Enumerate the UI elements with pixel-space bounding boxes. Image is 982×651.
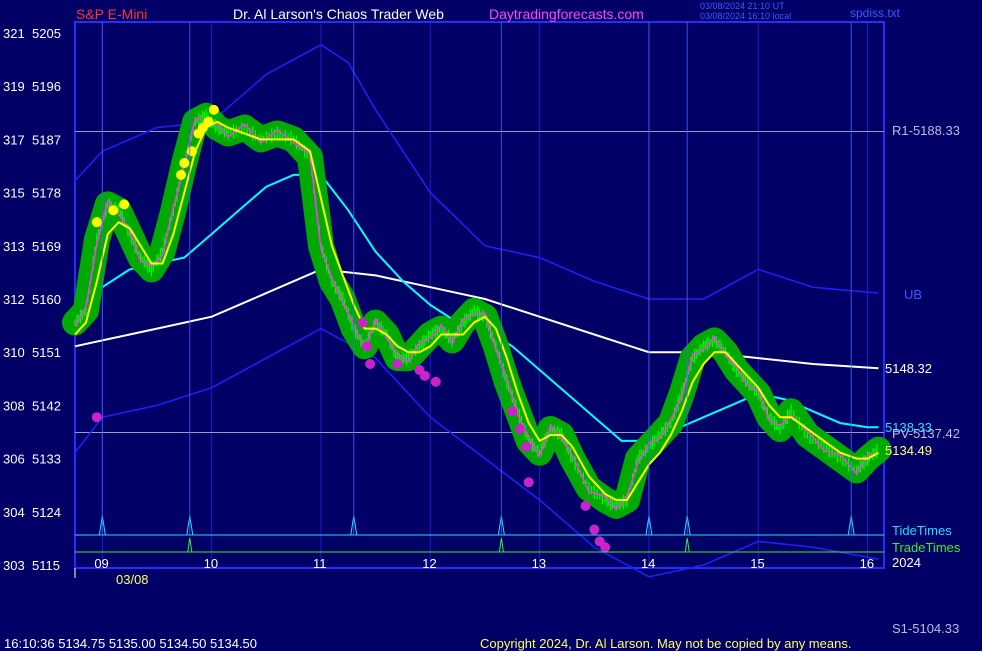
- y-tick-price: 5133: [32, 452, 61, 467]
- last-price-label: 5134.49: [885, 443, 932, 458]
- utc-time: 03/08/2024 21:10 UT: [700, 1, 785, 11]
- site-link[interactable]: Daytradingforecasts.com: [489, 7, 644, 21]
- magenta-dot: [580, 500, 591, 511]
- x-tick-label: 10: [204, 556, 218, 571]
- y-tick-left: 308: [3, 398, 25, 413]
- y-tick-left: 303: [3, 558, 25, 573]
- magenta-dot: [91, 412, 102, 423]
- magenta-dot: [361, 341, 372, 352]
- trade-spike: [187, 537, 193, 553]
- yellow-dot: [108, 205, 119, 216]
- yellow-dot: [119, 199, 130, 210]
- y-tick-left: 313: [3, 239, 25, 254]
- magenta-dot: [523, 477, 534, 488]
- y-tick-price: 5151: [32, 345, 61, 360]
- magenta-dot: [365, 359, 376, 370]
- yellow-dot: [91, 217, 102, 228]
- trade-times-label: TradeTimes: [892, 540, 961, 555]
- magenta-dot: [514, 424, 525, 435]
- magenta-dot: [357, 317, 368, 328]
- copyright: Copyright 2024, Dr. Al Larson. May not b…: [480, 636, 852, 651]
- date-label: 03/08: [116, 572, 149, 587]
- x-tick-label: 14: [641, 556, 655, 571]
- magenta-dot: [600, 542, 611, 553]
- magenta-dot: [521, 441, 532, 452]
- y-tick-price: 5178: [32, 186, 61, 201]
- x-tick-label: 12: [422, 556, 436, 571]
- y-tick-price: 5169: [32, 239, 61, 254]
- yellow-dot: [203, 116, 214, 127]
- y-tick-left: 315: [3, 186, 25, 201]
- instrument-label: S&P E-Mini: [76, 6, 148, 22]
- x-tick-label: 11: [313, 556, 327, 571]
- magenta-dot: [419, 370, 430, 381]
- tide-times-label: TideTimes: [892, 523, 952, 538]
- y-tick-left: 321: [3, 26, 25, 41]
- x-tick-label: 15: [750, 556, 764, 571]
- y-tick-price: 5142: [32, 398, 61, 413]
- magenta-dot: [392, 359, 403, 370]
- pv-label: PV-5137.42: [892, 426, 960, 441]
- quote-line: 16:10:36 5134.75 5135.00 5134.50 5134.50: [4, 636, 258, 651]
- slow-ema-label: 5148.32: [885, 361, 932, 376]
- y-tick-price: 5115: [32, 558, 60, 573]
- y-tick-price: 5196: [32, 79, 61, 94]
- magenta-dot: [589, 524, 600, 535]
- trade-spike: [498, 537, 504, 553]
- y-tick-price: 5124: [32, 505, 61, 520]
- year-label: 2024: [892, 555, 921, 570]
- x-tick-label: 09: [94, 556, 108, 571]
- y-tick-price: 5187: [32, 132, 61, 147]
- ub-label: UB: [904, 287, 923, 302]
- file-name: spdiss.txt: [850, 6, 901, 20]
- y-tick-left: 310: [3, 345, 25, 360]
- yellow-dot: [186, 146, 197, 157]
- y-tick-price: 5160: [32, 292, 61, 307]
- yellow-dot: [176, 169, 187, 180]
- chart-title: Dr. Al Larson's Chaos Trader Web: [233, 6, 444, 22]
- magenta-dot: [507, 406, 518, 417]
- magenta-dot: [430, 376, 441, 387]
- r1-label: R1-5188.33: [892, 123, 960, 138]
- y-tick-left: 319: [3, 79, 25, 94]
- trade-spike: [684, 537, 690, 553]
- plot-frame: [74, 21, 885, 569]
- y-tick-left: 306: [3, 452, 25, 467]
- s1-label: S1-5104.33: [892, 621, 960, 636]
- y-tick-left: 317: [3, 132, 25, 147]
- y-tick-left: 312: [3, 292, 25, 307]
- y-tick-price: 5205: [32, 26, 61, 41]
- x-tick-label: 13: [532, 556, 546, 571]
- yellow-dot: [208, 104, 219, 115]
- chart-canvas: 321 5205 319 5196 317 5187 315 5178 313 5169 312 51…: [3, 21, 892, 578]
- y-tick-left: 304: [3, 505, 25, 520]
- local-time: 03/08/2024 16:10 local: [700, 11, 792, 21]
- yellow-dot: [179, 158, 190, 169]
